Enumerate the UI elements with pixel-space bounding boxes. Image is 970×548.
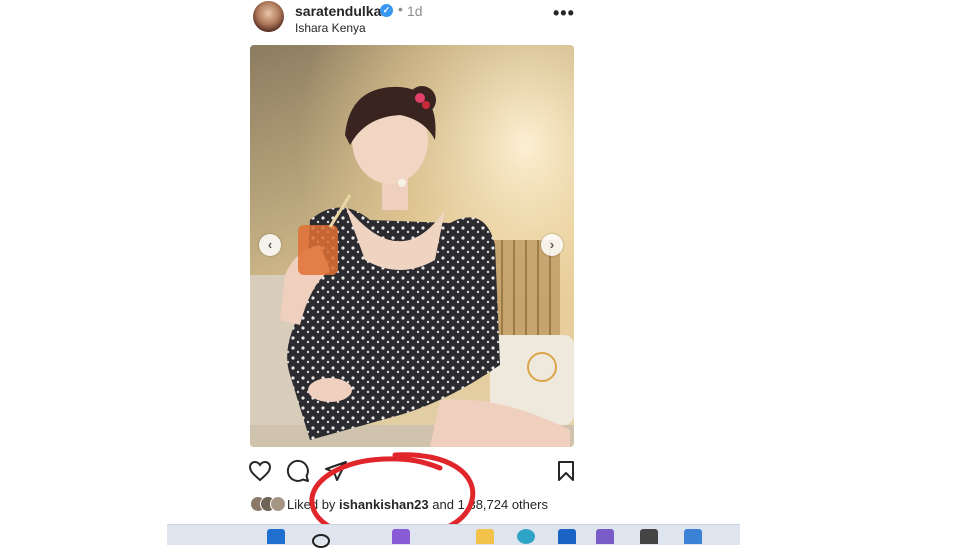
post-username[interactable]: saratendulkar bbox=[295, 3, 387, 19]
liker-avatars[interactable] bbox=[250, 496, 286, 512]
windows-start-icon[interactable] bbox=[267, 529, 285, 544]
post-time[interactable]: 1d bbox=[407, 3, 423, 19]
search-icon[interactable] bbox=[312, 534, 330, 548]
chevron-left-icon[interactable]: ‹ bbox=[259, 234, 281, 256]
file-explorer-icon[interactable] bbox=[476, 529, 494, 544]
post-location[interactable]: Ishara Kenya bbox=[295, 21, 366, 35]
copilot-icon[interactable] bbox=[392, 529, 410, 544]
photo-illustration bbox=[250, 45, 574, 447]
separator-dot: • bbox=[398, 1, 403, 17]
bookmark-icon[interactable] bbox=[554, 459, 578, 483]
chevron-right-icon[interactable]: › bbox=[541, 234, 563, 256]
heart-icon[interactable] bbox=[248, 459, 272, 483]
edge-browser-icon[interactable] bbox=[517, 529, 535, 544]
calendar-icon[interactable] bbox=[684, 529, 702, 544]
app-icon[interactable] bbox=[640, 529, 658, 544]
teams-icon[interactable] bbox=[596, 529, 614, 544]
more-options-icon[interactable]: ••• bbox=[553, 3, 575, 24]
post-photo[interactable] bbox=[250, 45, 574, 447]
verified-check-icon: ✓ bbox=[380, 4, 393, 17]
avatar bbox=[270, 496, 286, 512]
store-icon[interactable] bbox=[558, 529, 576, 544]
profile-avatar[interactable] bbox=[253, 1, 284, 32]
